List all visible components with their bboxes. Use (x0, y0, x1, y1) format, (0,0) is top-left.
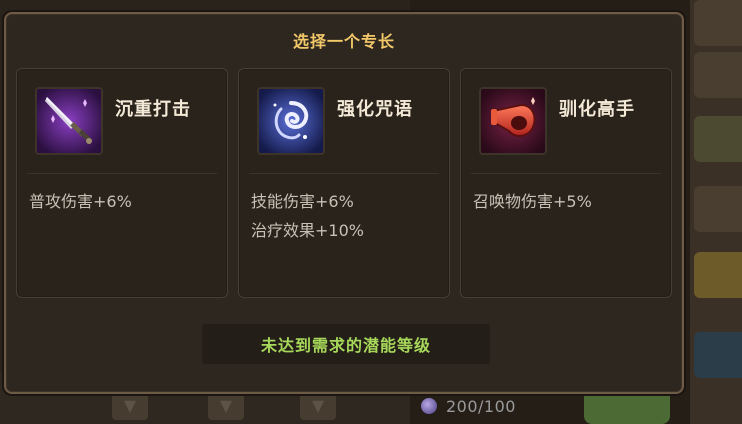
background-tab (694, 332, 742, 378)
whistle-icon (479, 87, 547, 155)
effect-line: 治疗效果+10% (251, 221, 364, 240)
specialty-select-dialog: 选择一个专长 沉重打击 普攻伤害+6% 强化咒语 技能伤害+6% 治疗效果+10… (4, 12, 684, 394)
purple-orb-icon (421, 398, 437, 414)
resource-count: 200/100 (446, 397, 516, 416)
dialog-title: 选择一个专长 (292, 32, 395, 51)
effect-line: 普攻伤害+6% (29, 192, 132, 211)
specialty-name: 沉重打击 (115, 99, 191, 120)
background-slot: ▼ (112, 392, 148, 420)
specialty-name: 驯化高手 (559, 99, 635, 120)
divider (471, 173, 661, 174)
specialty-card-tamer-master[interactable]: 驯化高手 召唤物伤害+5% (460, 68, 672, 298)
specialty-name: 强化咒语 (337, 99, 413, 120)
specialty-effects: 技能伤害+6% 治疗效果+10% (251, 187, 364, 245)
divider (27, 173, 217, 174)
effect-line: 技能伤害+6% (251, 192, 354, 211)
specialty-card-heavy-strike[interactable]: 沉重打击 普攻伤害+6% (16, 68, 228, 298)
sword-icon (35, 87, 103, 155)
divider (249, 173, 439, 174)
background-slot: ▼ (208, 392, 244, 420)
requirement-status-message: 未达到需求的潜能等级 (202, 324, 490, 364)
specialty-effects: 普攻伤害+6% (29, 187, 132, 216)
background-tab (694, 0, 742, 46)
background-tab (694, 52, 742, 98)
swirl-spell-icon (257, 87, 325, 155)
background-tab (694, 252, 742, 298)
effect-line: 召唤物伤害+5% (473, 192, 592, 211)
background-tab (694, 186, 742, 232)
background-tab (694, 116, 742, 162)
specialty-effects: 召唤物伤害+5% (473, 187, 592, 216)
background-slot: ▼ (300, 392, 336, 420)
specialty-card-empowered-spell[interactable]: 强化咒语 技能伤害+6% 治疗效果+10% (238, 68, 450, 298)
